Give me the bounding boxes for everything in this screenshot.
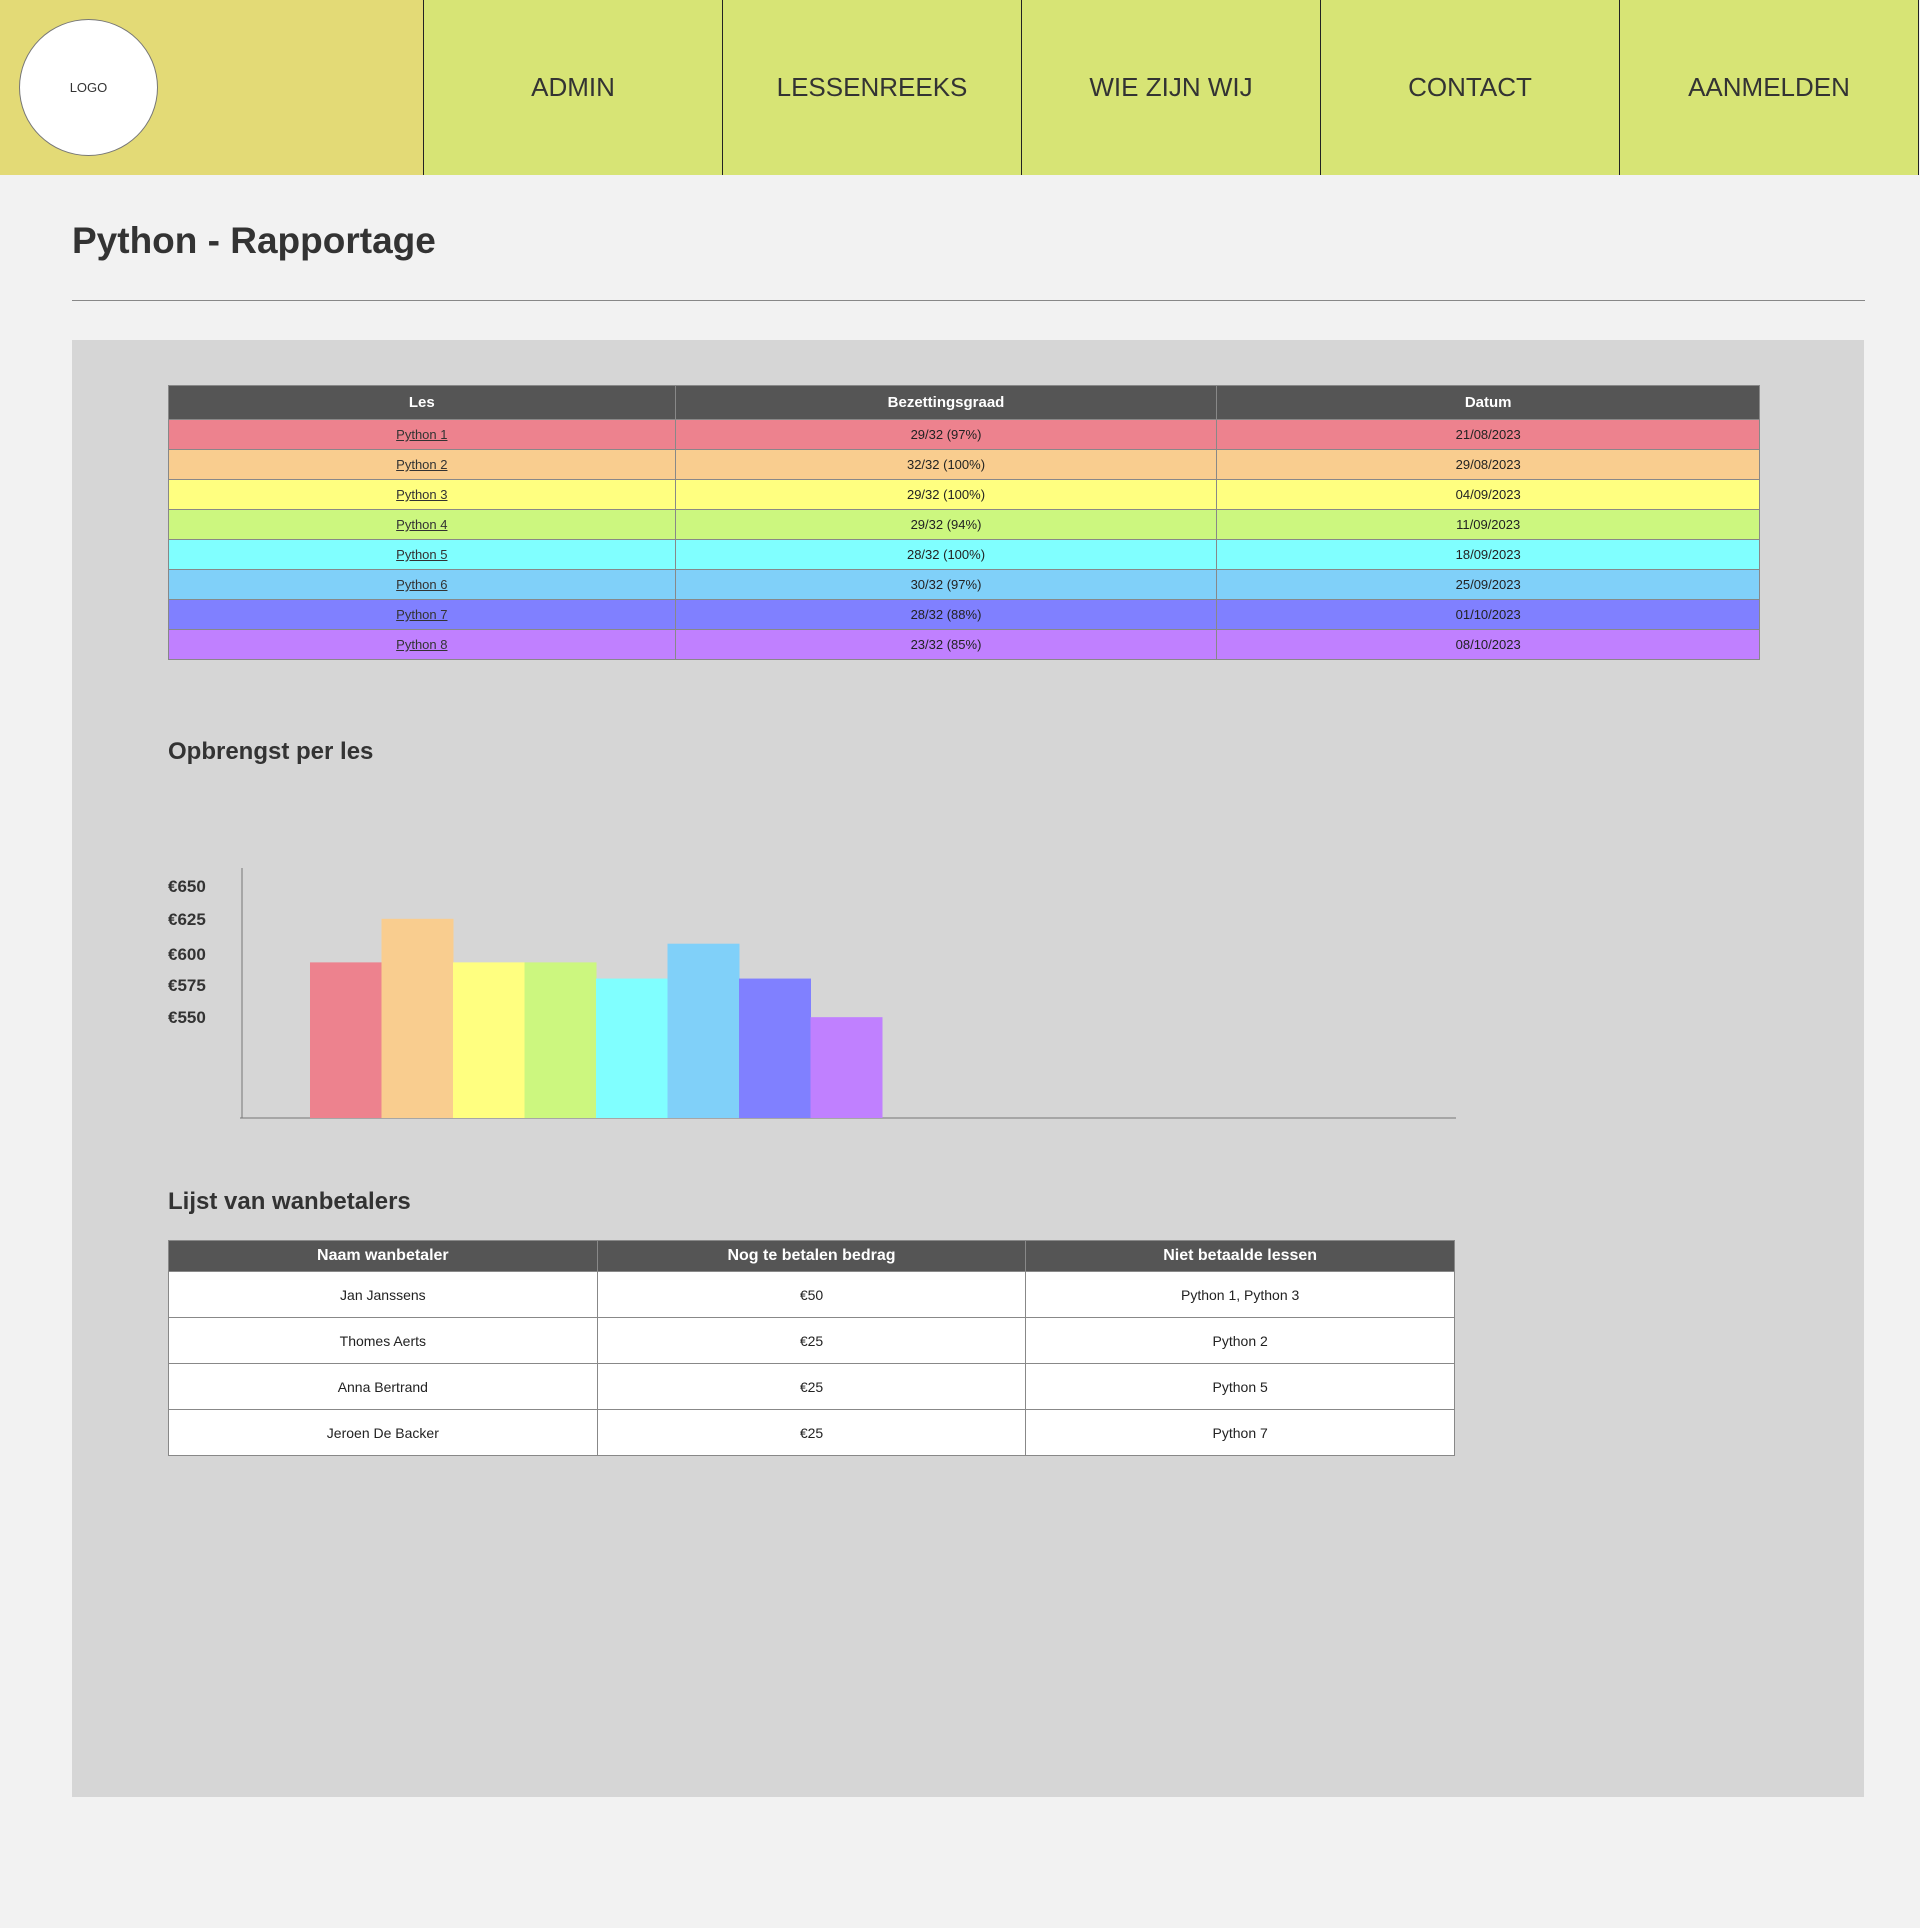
- lessons-table-body: Python 1 29/32 (97%) 21/08/2023 Python 2…: [168, 419, 1760, 660]
- table-row: Python 4 29/32 (94%) 11/09/2023: [168, 509, 1760, 540]
- amount-due-cell: €25: [596, 1409, 1027, 1456]
- lesson-link[interactable]: Python 5: [396, 547, 447, 562]
- occupancy-cell: 29/32 (100%): [674, 479, 1218, 510]
- unpaid-lessons-cell: Python 2: [1025, 1317, 1455, 1364]
- lesson-link[interactable]: Python 1: [396, 427, 447, 442]
- occupancy-cell: 29/32 (94%): [674, 509, 1218, 540]
- occupancy-cell: 32/32 (100%): [674, 449, 1218, 480]
- report-panel: Les Bezettingsgraad Datum Python 1 29/32…: [72, 340, 1864, 1797]
- y-tick-label: €550: [168, 1008, 206, 1027]
- table-row: Python 3 29/32 (100%) 04/09/2023: [168, 479, 1760, 510]
- chart-bar: [310, 962, 382, 1118]
- debtors-heading: Lijst van wanbetalers: [168, 1188, 411, 1215]
- table-row: Python 6 30/32 (97%) 25/09/2023: [168, 569, 1760, 600]
- amount-due-cell: €25: [596, 1317, 1027, 1364]
- lesson-name-cell: Python 5: [168, 539, 676, 570]
- unpaid-lessons-cell: Python 7: [1025, 1409, 1455, 1456]
- date-cell: 01/10/2023: [1216, 599, 1760, 630]
- lesson-name-cell: Python 1: [168, 419, 676, 450]
- y-tick-label: €575: [168, 976, 206, 995]
- debtors-table-header-row: Naam wanbetaler Nog te betalen bedrag Ni…: [168, 1240, 1455, 1272]
- title-divider: [72, 300, 1865, 301]
- amount-due-cell: €25: [596, 1363, 1027, 1410]
- lesson-link[interactable]: Python 4: [396, 517, 447, 532]
- date-cell: 04/09/2023: [1216, 479, 1760, 510]
- table-row: Python 8 23/32 (85%) 08/10/2023: [168, 629, 1760, 660]
- date-cell: 08/10/2023: [1216, 629, 1760, 660]
- occupancy-cell: 23/32 (85%): [674, 629, 1218, 660]
- nav-item-admin[interactable]: ADMIN: [424, 0, 723, 175]
- unpaid-lessons-cell: Python 1, Python 3: [1025, 1271, 1455, 1318]
- debtor-name-cell: Anna Bertrand: [168, 1363, 598, 1410]
- date-cell: 21/08/2023: [1216, 419, 1760, 450]
- chart-bar: [596, 978, 668, 1118]
- debtor-name-cell: Thomes Aerts: [168, 1317, 598, 1364]
- lesson-link[interactable]: Python 2: [396, 457, 447, 472]
- lesson-link[interactable]: Python 8: [396, 637, 447, 652]
- revenue-bar-chart: €650 €625 €600 €575 €550: [168, 868, 1456, 1119]
- table-row: Thomes Aerts €25 Python 2: [168, 1317, 1455, 1364]
- debtor-name-cell: Jeroen De Backer: [168, 1409, 598, 1456]
- lesson-name-cell: Python 8: [168, 629, 676, 660]
- chart-bar: [524, 962, 597, 1118]
- lesson-name-cell: Python 4: [168, 509, 676, 540]
- column-header-datum: Datum: [1216, 385, 1760, 420]
- y-tick-label: €650: [168, 877, 206, 896]
- debtors-table: Naam wanbetaler Nog te betalen bedrag Ni…: [168, 1240, 1455, 1456]
- table-row: Jeroen De Backer €25 Python 7: [168, 1409, 1455, 1456]
- lesson-link[interactable]: Python 7: [396, 607, 447, 622]
- table-row: Python 2 32/32 (100%) 29/08/2023: [168, 449, 1760, 480]
- table-row: Python 7 28/32 (88%) 01/10/2023: [168, 599, 1760, 630]
- table-row: Python 5 28/32 (100%) 18/09/2023: [168, 539, 1760, 570]
- chart-bar: [810, 1017, 883, 1118]
- column-header-bedrag: Nog te betalen bedrag: [596, 1240, 1027, 1272]
- logo-area: LOGO: [0, 0, 424, 175]
- occupancy-cell: 28/32 (100%): [674, 539, 1218, 570]
- column-header-les: Les: [168, 385, 676, 420]
- date-cell: 25/09/2023: [1216, 569, 1760, 600]
- column-header-lessen: Niet betaalde lessen: [1025, 1240, 1455, 1272]
- table-row: Anna Bertrand €25 Python 5: [168, 1363, 1455, 1410]
- y-tick-label: €625: [168, 910, 206, 929]
- nav-item-aanmelden[interactable]: AANMELDEN: [1620, 0, 1919, 175]
- lessons-table-header-row: Les Bezettingsgraad Datum: [168, 385, 1760, 420]
- chart-bar: [739, 978, 811, 1118]
- occupancy-cell: 29/32 (97%): [674, 419, 1218, 450]
- lesson-link[interactable]: Python 6: [396, 577, 447, 592]
- chart-bar: [381, 918, 454, 1118]
- nav-item-contact[interactable]: CONTACT: [1321, 0, 1620, 175]
- page-title: Python - Rapportage: [72, 220, 436, 261]
- lesson-name-cell: Python 7: [168, 599, 676, 630]
- table-row: Jan Janssens €50 Python 1, Python 3: [168, 1271, 1455, 1318]
- column-header-bezettingsgraad: Bezettingsgraad: [674, 385, 1218, 420]
- occupancy-cell: 30/32 (97%): [674, 569, 1218, 600]
- nav-item-wie-zijn-wij[interactable]: WIE ZIJN WIJ: [1022, 0, 1321, 175]
- nav-item-lessenreeks[interactable]: LESSENREEKS: [723, 0, 1022, 175]
- site-header: LOGO ADMIN LESSENREEKS WIE ZIJN WIJ CONT…: [0, 0, 1920, 175]
- table-row: Python 1 29/32 (97%) 21/08/2023: [168, 419, 1760, 450]
- main-nav: ADMIN LESSENREEKS WIE ZIJN WIJ CONTACT A…: [424, 0, 1920, 175]
- amount-due-cell: €50: [596, 1271, 1027, 1318]
- chart-bar: [453, 962, 525, 1118]
- date-cell: 18/09/2023: [1216, 539, 1760, 570]
- occupancy-cell: 28/32 (88%): [674, 599, 1218, 630]
- debtor-name-cell: Jan Janssens: [168, 1271, 598, 1318]
- lesson-name-cell: Python 6: [168, 569, 676, 600]
- unpaid-lessons-cell: Python 5: [1025, 1363, 1455, 1410]
- chart-bar: [667, 943, 740, 1118]
- revenue-heading: Opbrengst per les: [168, 738, 374, 765]
- lesson-name-cell: Python 2: [168, 449, 676, 480]
- date-cell: 29/08/2023: [1216, 449, 1760, 480]
- logo[interactable]: LOGO: [19, 19, 158, 156]
- lessons-table: Les Bezettingsgraad Datum Python 1 29/32…: [168, 385, 1760, 660]
- date-cell: 11/09/2023: [1216, 509, 1760, 540]
- lesson-link[interactable]: Python 3: [396, 487, 447, 502]
- y-tick-label: €600: [168, 945, 206, 964]
- column-header-naam: Naam wanbetaler: [168, 1240, 598, 1272]
- lesson-name-cell: Python 3: [168, 479, 676, 510]
